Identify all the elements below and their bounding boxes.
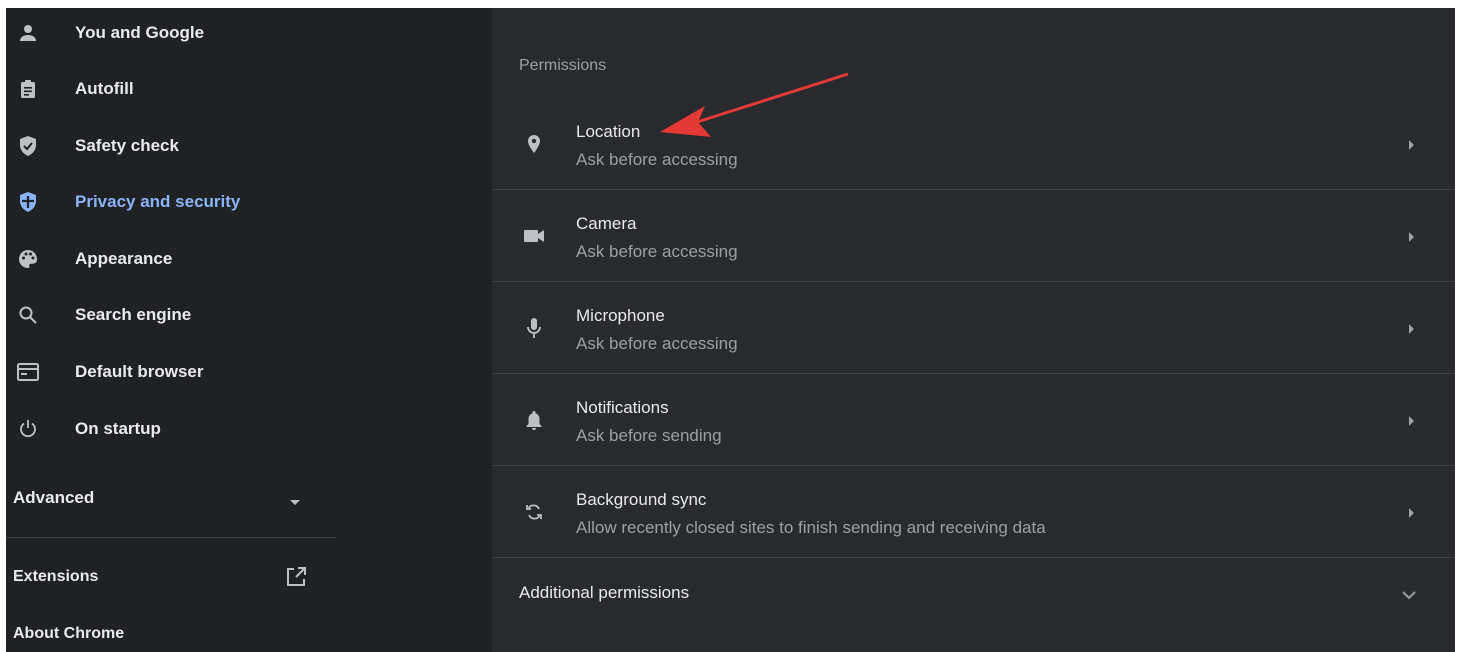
- advanced-toggle[interactable]: Advanced: [6, 475, 311, 519]
- shield-lock-icon: [16, 190, 40, 214]
- sidebar-item-appearance[interactable]: Appearance: [6, 234, 336, 284]
- permission-title: Microphone: [576, 306, 665, 325]
- permission-title: Background sync: [576, 490, 707, 509]
- sidebar-item-label: Default browser: [75, 362, 204, 381]
- chevron-right-icon: [1408, 230, 1414, 248]
- sidebar-item-label: Safety check: [75, 136, 179, 155]
- sidebar-item-safety-check[interactable]: Safety check: [6, 121, 336, 171]
- sidebar-item-label: Privacy and security: [75, 192, 241, 211]
- open-in-new-icon: [285, 566, 307, 593]
- palette-icon: [16, 247, 40, 271]
- permission-subtitle: Allow recently closed sites to finish se…: [576, 518, 1046, 537]
- permission-row-background-sync[interactable]: Background sync Allow recently closed si…: [492, 466, 1455, 558]
- permission-subtitle: Ask before accessing: [576, 334, 738, 353]
- sidebar-item-privacy-and-security[interactable]: Privacy and security: [6, 177, 336, 227]
- location-pin-icon: [522, 132, 546, 156]
- sidebar-item-label: Autofill: [75, 79, 134, 98]
- additional-permissions-row[interactable]: Additional permissions: [492, 560, 1455, 624]
- permissions-panel: Permissions Location Ask before accessin…: [492, 8, 1455, 652]
- sidebar-item-label: Search engine: [75, 305, 192, 324]
- advanced-label: Advanced: [13, 488, 95, 507]
- permission-subtitle: Ask before accessing: [576, 242, 738, 261]
- about-chrome-link[interactable]: About Chrome: [6, 621, 206, 649]
- sidebar: You and Google Autofill Safety check Pri…: [6, 8, 492, 652]
- permission-title: Location: [576, 122, 641, 141]
- extensions-label: Extensions: [13, 568, 99, 585]
- sidebar-item-on-startup[interactable]: On startup: [6, 404, 336, 454]
- microphone-icon: [522, 316, 546, 340]
- sidebar-item-search-engine[interactable]: Search engine: [6, 290, 336, 340]
- person-icon: [16, 21, 40, 45]
- section-title: Permissions: [519, 57, 607, 74]
- permission-title: Notifications: [576, 398, 669, 417]
- permission-row-notifications[interactable]: Notifications Ask before sending: [492, 374, 1455, 466]
- clipboard-icon: [16, 77, 40, 101]
- sidebar-divider: [6, 537, 336, 538]
- sidebar-item-label: Appearance: [75, 249, 173, 268]
- power-icon: [16, 417, 40, 441]
- chevron-right-icon: [1408, 322, 1414, 340]
- caret-down-icon: [289, 493, 301, 511]
- browser-window-icon: [16, 360, 40, 384]
- chevron-right-icon: [1408, 506, 1414, 524]
- sidebar-item-default-browser[interactable]: Default browser: [6, 347, 336, 397]
- permission-subtitle: Ask before accessing: [576, 150, 738, 169]
- sidebar-item-autofill[interactable]: Autofill: [6, 64, 336, 114]
- bell-icon: [522, 408, 546, 432]
- sidebar-item-label: You and Google: [75, 23, 205, 42]
- chevron-down-icon: [1402, 587, 1416, 605]
- chevron-right-icon: [1408, 414, 1414, 432]
- search-icon: [16, 303, 40, 327]
- about-chrome-label: About Chrome: [13, 625, 125, 642]
- permission-row-microphone[interactable]: Microphone Ask before accessing: [492, 282, 1455, 374]
- sidebar-item-label: On startup: [75, 419, 161, 438]
- sidebar-item-you-and-google[interactable]: You and Google: [6, 8, 336, 58]
- chevron-right-icon: [1408, 138, 1414, 156]
- extensions-link[interactable]: Extensions: [6, 563, 316, 593]
- settings-window: You and Google Autofill Safety check Pri…: [6, 8, 1455, 652]
- sync-icon: [522, 500, 546, 524]
- permission-row-location[interactable]: Location Ask before accessing: [492, 98, 1455, 190]
- row-divider: [492, 557, 1455, 558]
- shield-check-icon: [16, 134, 40, 158]
- additional-permissions-label: Additional permissions: [519, 583, 690, 602]
- permission-subtitle: Ask before sending: [576, 426, 722, 445]
- camera-icon: [522, 224, 546, 248]
- permission-row-camera[interactable]: Camera Ask before accessing: [492, 190, 1455, 282]
- permission-title: Camera: [576, 214, 637, 233]
